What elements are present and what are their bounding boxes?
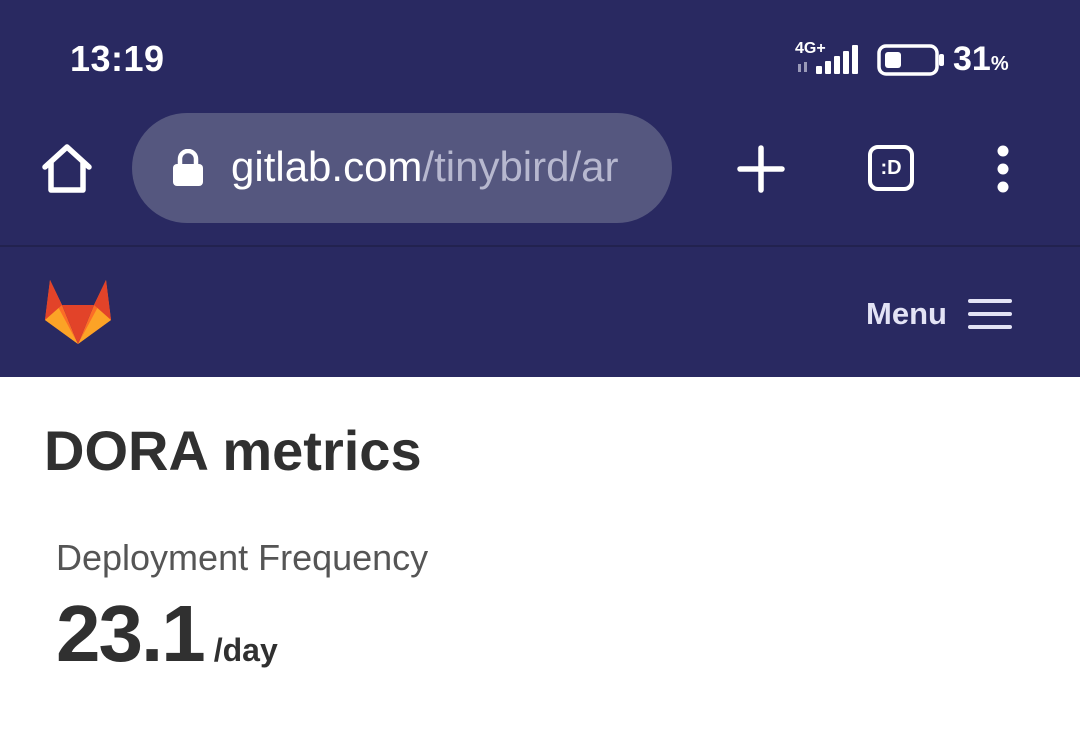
menu-button[interactable]: Menu xyxy=(866,292,1013,336)
lock-icon xyxy=(173,149,203,186)
status-bar: 13:19 4G+ 31% xyxy=(0,0,1080,112)
battery-percentage: 31% xyxy=(953,40,1009,79)
overflow-menu-icon[interactable] xyxy=(990,145,1016,193)
url-domain: gitlab.com xyxy=(231,143,423,190)
menu-label: Menu xyxy=(866,296,947,331)
metric-unit: /day xyxy=(213,632,278,668)
hamburger-icon xyxy=(967,299,1012,329)
plus-icon[interactable] xyxy=(737,145,785,193)
tab-switcher-icon[interactable]: :D xyxy=(868,145,914,191)
battery-icon xyxy=(877,44,944,76)
url-path: /tinybird/ar xyxy=(422,143,619,190)
url-bar[interactable]: gitlab.com/tinybird/ar xyxy=(132,113,672,223)
status-clock: 13:19 xyxy=(70,38,165,79)
signal-strength-icon xyxy=(798,45,858,74)
gitlab-logo-icon[interactable] xyxy=(43,277,113,345)
metric-value-row: 23.1 /day xyxy=(56,588,278,680)
metric-value: 23.1 xyxy=(56,589,206,678)
url-text[interactable]: gitlab.com/tinybird/ar xyxy=(231,143,651,191)
metric-label: Deployment Frequency xyxy=(56,537,429,578)
home-icon[interactable] xyxy=(40,142,94,196)
page-title: DORA metrics xyxy=(44,419,422,482)
battery-percent-unit: % xyxy=(990,53,1009,75)
battery-percent-value: 31 xyxy=(953,40,991,78)
